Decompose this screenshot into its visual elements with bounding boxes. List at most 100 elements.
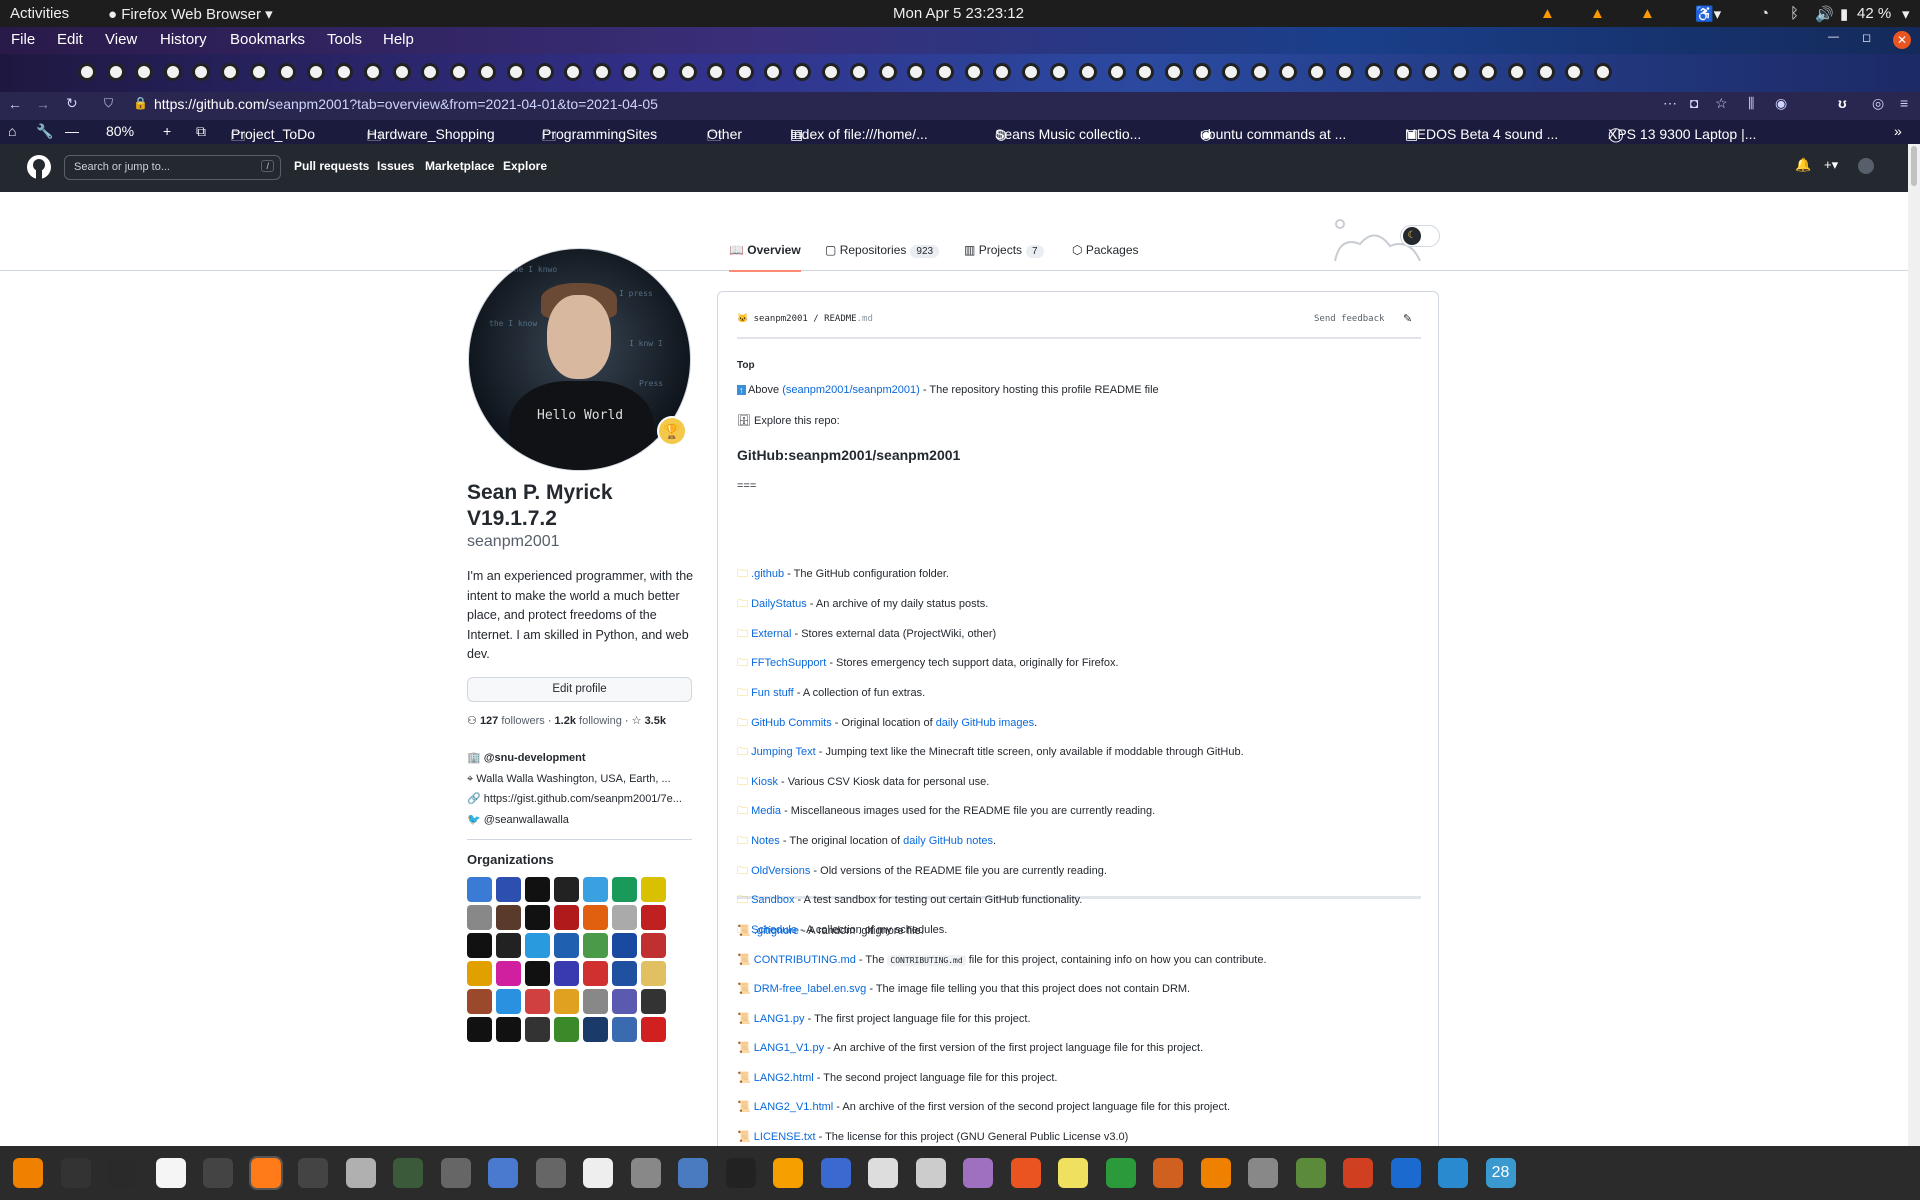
file-link[interactable]: CONTRIBUTING.md <box>754 954 856 966</box>
browser-tab-github-icon[interactable] <box>993 63 1012 81</box>
browser-tab-github-icon[interactable] <box>1593 63 1612 81</box>
browser-tab-github-icon[interactable] <box>1222 63 1240 81</box>
organization-avatar[interactable] <box>554 933 579 958</box>
browser-tab-github-icon[interactable] <box>678 63 697 81</box>
browser-tab-github-icon[interactable] <box>421 63 440 81</box>
edit-pencil-icon[interactable]: ✎ <box>1403 312 1412 325</box>
organization-avatar[interactable] <box>525 933 550 958</box>
zoom-in-button[interactable]: + <box>163 123 171 139</box>
vlc-tray-icon-2[interactable]: ▲ <box>1590 5 1605 22</box>
github-extension-icon[interactable]: ◎ <box>1872 95 1884 112</box>
browser-tab-github-icon[interactable] <box>192 63 211 81</box>
organization-avatar[interactable] <box>583 877 608 902</box>
clock[interactable]: Mon Apr 5 23:23:12 <box>893 5 1024 22</box>
browser-tab-github-icon[interactable] <box>1508 63 1526 81</box>
organization-avatar[interactable] <box>525 961 550 986</box>
theme-toggle[interactable]: ☾ <box>1400 225 1440 247</box>
menu-history[interactable]: History <box>160 31 207 48</box>
organization-avatar[interactable] <box>641 989 666 1014</box>
organization-avatar[interactable] <box>554 905 579 930</box>
vlc-tray-icon-3[interactable]: ▲ <box>1640 5 1655 22</box>
volume-icon[interactable]: 🔊 <box>1815 5 1834 23</box>
organization-avatar[interactable] <box>554 989 579 1014</box>
file-link[interactable]: LICENSE.txt <box>754 1131 816 1143</box>
browser-tab-github-icon[interactable] <box>907 63 926 81</box>
browser-tab-github-icon[interactable] <box>507 63 525 81</box>
calendar-icon[interactable]: 28 <box>1485 1158 1516 1188</box>
folder-link[interactable]: Sandbox <box>751 894 794 906</box>
inline-link[interactable]: daily GitHub notes <box>903 835 993 847</box>
organization-avatar[interactable] <box>467 961 492 986</box>
tab-repositories[interactable]: ▢ Repositories 923 <box>825 243 940 258</box>
browser-tab-github-icon[interactable] <box>335 63 354 81</box>
activities-button[interactable]: Activities <box>10 5 69 22</box>
browser-tab-github-icon[interactable] <box>621 63 640 81</box>
shield-icon[interactable]: ⛉ <box>104 96 113 111</box>
blender-icon[interactable] <box>1200 1158 1231 1188</box>
organization-avatar[interactable] <box>525 989 550 1014</box>
browser-tab-github-icon[interactable] <box>1365 63 1383 81</box>
restore-window-button[interactable]: ◻ <box>1862 31 1871 44</box>
organization-avatar[interactable] <box>554 877 579 902</box>
organization-avatar[interactable] <box>496 961 521 986</box>
document-viewer-icon[interactable] <box>488 1158 518 1188</box>
minimize-window-button[interactable]: — <box>1828 31 1839 43</box>
spreadsheet-icon[interactable] <box>1105 1158 1136 1188</box>
inline-link[interactable]: daily GitHub images <box>936 717 1034 729</box>
browser-tab-github-icon[interactable] <box>1336 63 1355 81</box>
audacity-icon[interactable] <box>773 1158 803 1188</box>
followers-link[interactable]: 127 followers <box>480 715 545 727</box>
gimp-icon[interactable] <box>1248 1158 1278 1188</box>
presentation-icon[interactable] <box>1153 1158 1183 1188</box>
notes-icon[interactable] <box>1058 1158 1088 1188</box>
browser-tab-github-icon[interactable] <box>249 63 268 81</box>
folder-link[interactable]: FFTechSupport <box>751 657 826 669</box>
menu-file[interactable]: File <box>11 31 35 48</box>
browser-tab-github-icon[interactable] <box>1079 63 1097 81</box>
browser-tab-github-icon[interactable] <box>707 63 726 81</box>
screenshot-icon[interactable] <box>820 1158 851 1188</box>
back-arrow-icon[interactable]: ← <box>8 96 22 112</box>
edit-profile-button[interactable]: Edit profile <box>467 677 692 702</box>
browser-tab-github-icon[interactable] <box>1565 63 1584 81</box>
bookmark-star-icon[interactable]: ☆ <box>1715 95 1728 112</box>
organization-avatar[interactable] <box>467 933 492 958</box>
browser-tab-github-icon[interactable] <box>735 63 754 81</box>
ublock-icon[interactable]: ʊ <box>1838 95 1847 111</box>
browser-tab-github-icon[interactable] <box>964 63 983 81</box>
menu-edit[interactable]: Edit <box>57 31 83 48</box>
trash-icon[interactable] <box>393 1158 423 1188</box>
forward-arrow-icon[interactable]: → <box>36 96 50 112</box>
organization-avatar[interactable] <box>554 961 579 986</box>
tab-overview[interactable]: 📖 Overview <box>729 243 801 272</box>
system-menu-icon[interactable]: ▾ <box>1902 5 1910 23</box>
following-link[interactable]: 1.2k following <box>555 715 622 727</box>
nav-pull-requests[interactable]: Pull requests <box>294 159 369 173</box>
browser-tab-github-icon[interactable] <box>592 63 611 81</box>
organization-avatar[interactable] <box>496 989 521 1014</box>
lock-icon[interactable]: 🔒 <box>133 96 148 110</box>
nav-marketplace[interactable]: Marketplace <box>425 159 494 173</box>
folder-link[interactable]: Jumping Text <box>751 746 816 758</box>
file-link[interactable]: LANG1.py <box>754 1013 805 1025</box>
browser-tab-github-icon[interactable] <box>278 63 297 81</box>
menu-bookmarks[interactable]: Bookmarks <box>230 31 305 48</box>
zoom-out-button[interactable]: — <box>65 123 79 139</box>
browser-tab-github-icon[interactable] <box>850 63 869 81</box>
settings-icon[interactable] <box>440 1158 471 1188</box>
menu-tools[interactable]: Tools <box>327 31 362 48</box>
organization-avatar[interactable] <box>525 877 550 902</box>
folder-link[interactable]: OldVersions <box>751 865 810 877</box>
organization-avatar[interactable] <box>583 905 608 930</box>
browser-tab-github-icon[interactable] <box>1107 63 1126 81</box>
organization-avatar[interactable] <box>467 1017 492 1042</box>
file-link[interactable]: .gitignore <box>754 925 799 937</box>
browser-tab-github-icon[interactable] <box>1193 63 1212 81</box>
organization-avatar[interactable] <box>554 1017 579 1042</box>
help-icon[interactable] <box>1438 1158 1468 1188</box>
browser-tab-github-icon[interactable] <box>793 63 811 81</box>
app-store-icon[interactable] <box>1010 1158 1041 1188</box>
file-link[interactable]: LANG2_V1.html <box>754 1101 833 1113</box>
url-field[interactable]: https://github.com/seanpm2001?tab=overvi… <box>154 96 658 112</box>
organization-avatar[interactable] <box>583 989 608 1014</box>
